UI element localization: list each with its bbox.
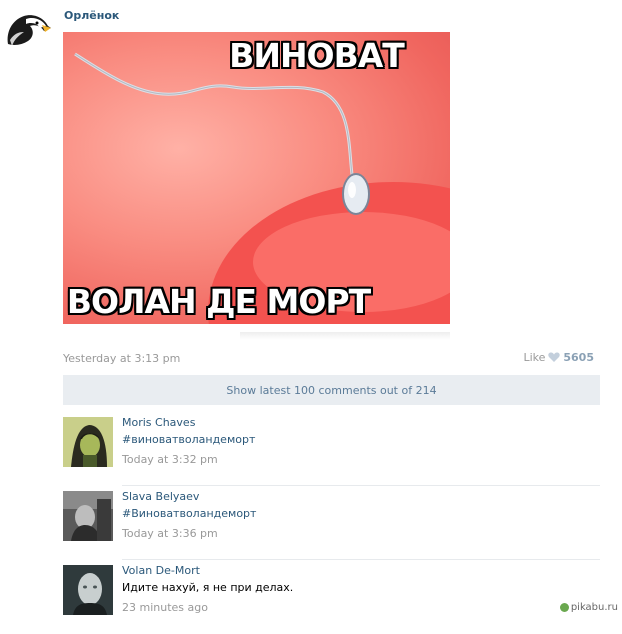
avatar[interactable] [63, 417, 113, 467]
divider [122, 559, 600, 560]
heart-icon [548, 352, 561, 363]
post-author[interactable]: Орлёнок [64, 9, 119, 22]
pikabu-watermark: pikabu.ru [559, 602, 618, 613]
comment-timestamp[interactable]: 23 minutes ago [122, 601, 208, 614]
like-label: Like [523, 351, 546, 364]
watermark-text: pikabu.ru [570, 602, 618, 613]
comment-item: Moris Chaves #виноватволандеморт Today a… [63, 414, 600, 486]
pikabu-logo-icon [559, 603, 569, 612]
comment-item: Volan De-Mort Идите нахуй, я не при дела… [63, 562, 600, 634]
comment-text[interactable]: #Виноватволандеморт [122, 507, 256, 520]
comment-text[interactable]: Идите нахуй, я не при делах. [122, 581, 293, 594]
comment-text[interactable]: #виноватволандеморт [122, 433, 255, 446]
avatar[interactable] [63, 491, 113, 541]
like-button[interactable]: Like 5605 [523, 351, 594, 364]
comment-author[interactable]: Slava Belyaev [122, 490, 199, 503]
comment-item: Slava Belyaev #Виноватволандеморт Today … [63, 488, 600, 560]
divider [122, 485, 600, 486]
comment-author[interactable]: Moris Chaves [122, 416, 195, 429]
meme-top-caption: ВИНОВАТ [229, 36, 405, 75]
comment-timestamp[interactable]: Today at 3:36 pm [122, 527, 218, 540]
show-comments-button[interactable]: Show latest 100 comments out of 214 [63, 375, 600, 405]
meme-bottom-caption: ВОЛАН ДЕ МОРТ [66, 282, 371, 321]
eagle-avatar[interactable] [4, 10, 52, 54]
like-count: 5605 [563, 351, 594, 364]
post-timestamp[interactable]: Yesterday at 3:13 pm [63, 352, 180, 365]
meme-image[interactable]: ВИНОВАТ ВОЛАН ДЕ МОРТ [63, 32, 450, 324]
comment-timestamp[interactable]: Today at 3:32 pm [122, 453, 218, 466]
avatar[interactable] [63, 565, 113, 615]
image-shadow [240, 332, 450, 340]
comment-author[interactable]: Volan De-Mort [122, 564, 200, 577]
show-comments-label: Show latest 100 comments out of 214 [226, 383, 437, 397]
